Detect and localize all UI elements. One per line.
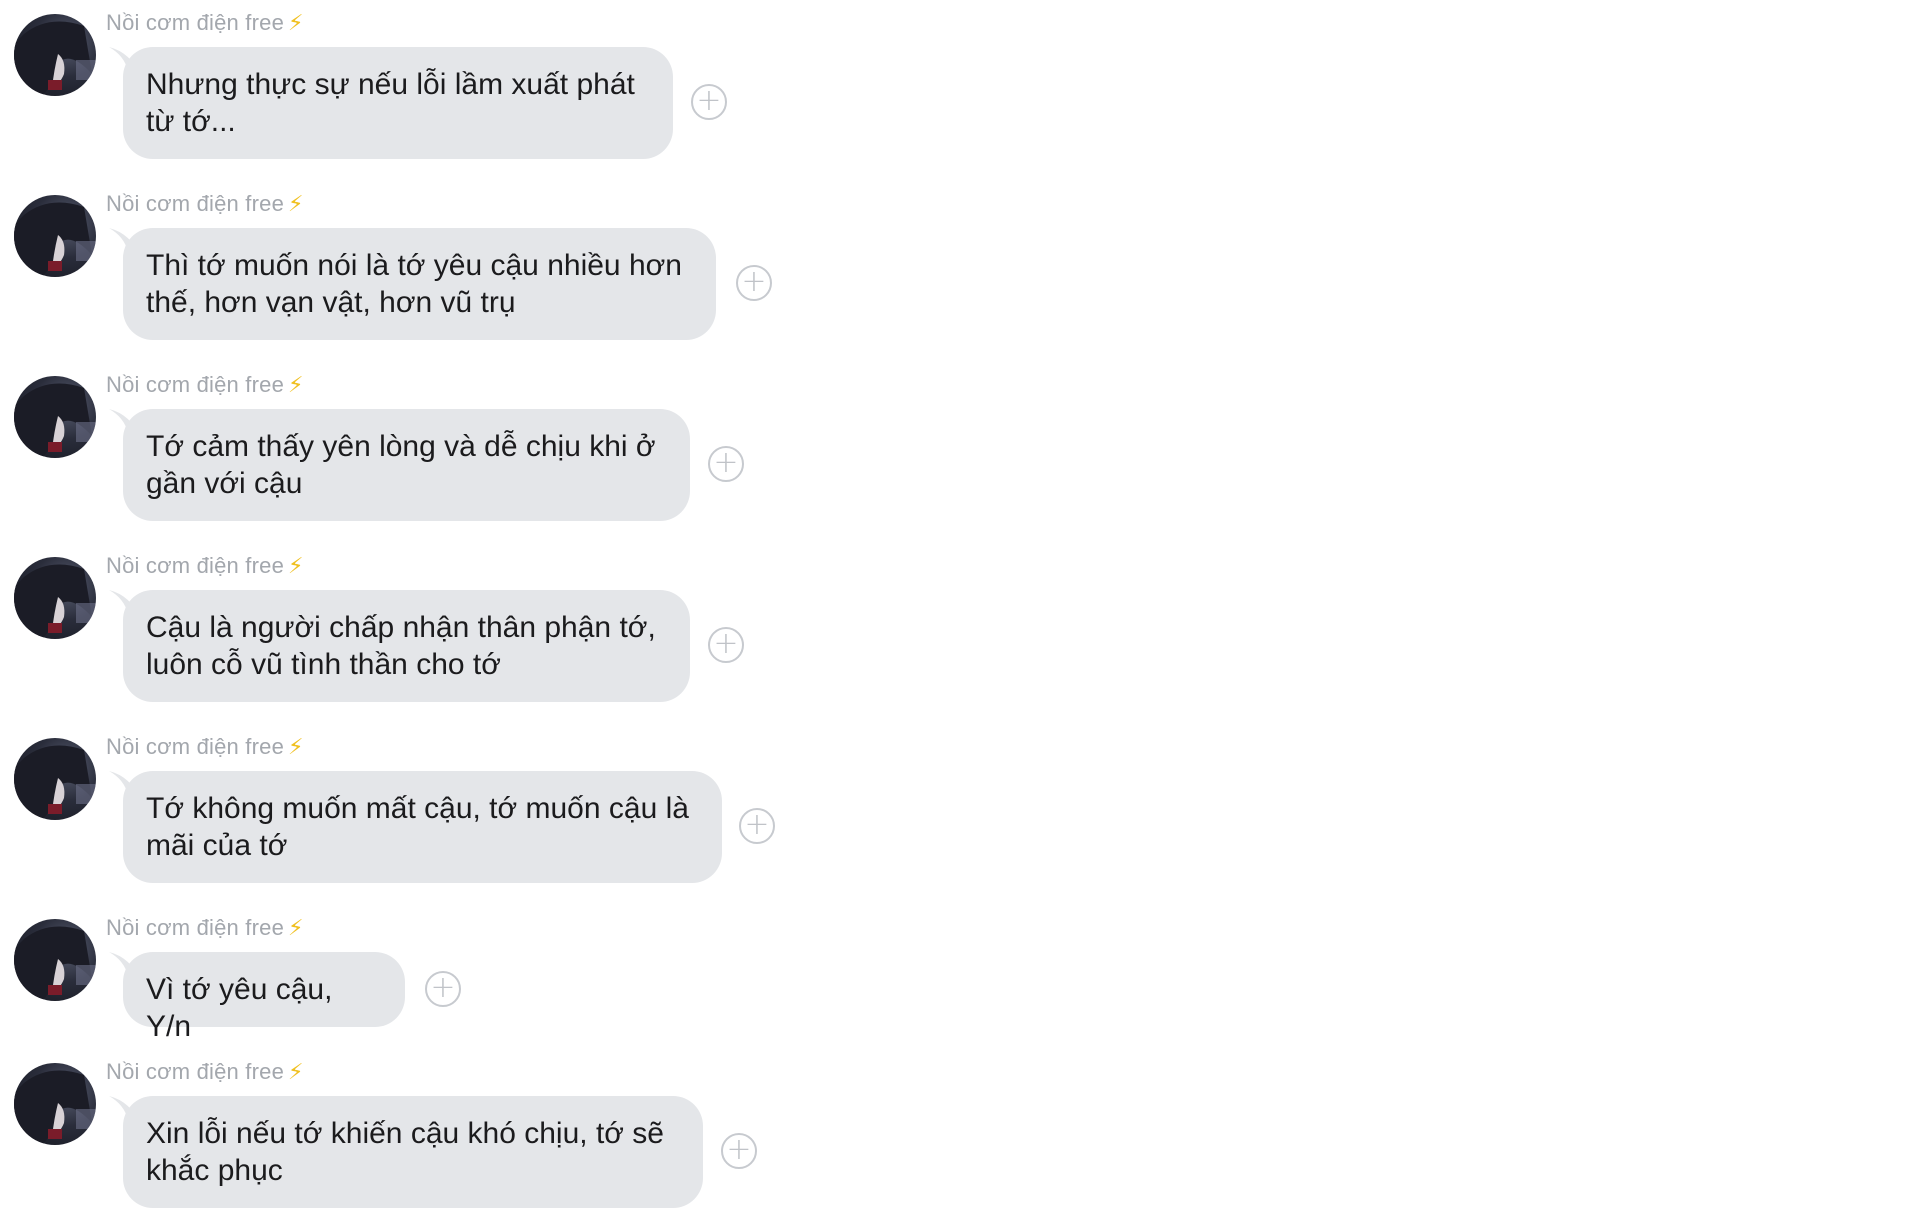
sender-name: Nồi cơm điện free ⚡ — [106, 10, 304, 36]
message-row: Nồi cơm điện free ⚡ Thì tớ muốn nói là tớ… — [0, 181, 900, 351]
add-reaction-button[interactable]: + — [425, 971, 461, 1007]
message-text: Vì tớ yêu cậu, Y/n — [146, 973, 333, 1043]
message-bubble[interactable]: Xin lỗi nếu tớ khiến cậu khó chịu, tớ sẽ… — [109, 1096, 703, 1208]
message-text: Xin lỗi nếu tớ khiến cậu khó chịu, tớ sẽ… — [146, 1117, 664, 1187]
plus-icon: + — [713, 444, 739, 480]
message-text: Tớ cảm thấy yên lòng và dễ chịu khi ở gầ… — [146, 430, 656, 500]
add-reaction-button[interactable]: + — [721, 1133, 757, 1169]
bubble-tail — [109, 228, 145, 258]
sender-name-text: Nồi cơm điện free — [106, 1059, 285, 1084]
avatar[interactable] — [14, 376, 96, 458]
plus-icon: + — [741, 263, 767, 299]
message-text: Thì tớ muốn nói là tớ yêu cậu nhiều hơn … — [146, 249, 682, 319]
add-reaction-button[interactable]: + — [708, 446, 744, 482]
lightning-icon: ⚡ — [288, 372, 304, 397]
sender-name-text: Nồi cơm điện free — [106, 372, 285, 397]
message-row: Nồi cơm điện free ⚡ Nhưng thực sự nếu lỗi… — [0, 0, 900, 170]
sender-name-text: Nồi cơm điện free — [106, 191, 285, 216]
bubble-tail — [109, 771, 145, 801]
bubble-tail — [109, 590, 145, 620]
sender-name: Nồi cơm điện free ⚡ — [106, 553, 304, 579]
add-reaction-button[interactable]: + — [739, 808, 775, 844]
bubble-tail — [109, 952, 145, 982]
message-text: Nhưng thực sự nếu lỗi lầm xuất phát từ t… — [146, 68, 635, 138]
lightning-icon: ⚡ — [288, 553, 304, 578]
lightning-icon: ⚡ — [288, 191, 304, 216]
avatar[interactable] — [14, 195, 96, 277]
message-text: Tớ không muốn mất cậu, tớ muốn cậu là mã… — [146, 792, 689, 862]
plus-icon: + — [713, 625, 739, 661]
message-bubble[interactable]: Thì tớ muốn nói là tớ yêu cậu nhiều hơn … — [109, 228, 716, 340]
message-bubble[interactable]: Vì tớ yêu cậu, Y/n — [109, 952, 405, 1043]
sender-name: Nồi cơm điện free ⚡ — [106, 1059, 304, 1085]
avatar[interactable] — [14, 14, 96, 96]
message-bubble[interactable]: Tớ không muốn mất cậu, tớ muốn cậu là mã… — [109, 771, 722, 883]
message-row: Nồi cơm điện free ⚡ Vì tớ yêu cậu, Y/n + — [0, 905, 900, 1043]
bubble-tail — [109, 47, 145, 77]
lightning-icon: ⚡ — [288, 915, 304, 940]
lightning-icon: ⚡ — [288, 1059, 304, 1084]
sender-name-text: Nồi cơm điện free — [106, 734, 285, 759]
add-reaction-button[interactable]: + — [691, 84, 727, 120]
sender-name: Nồi cơm điện free ⚡ — [106, 191, 304, 217]
sender-name-text: Nồi cơm điện free — [106, 10, 285, 35]
message-row: Nồi cơm điện free ⚡ Tớ không muốn mất cậu… — [0, 724, 900, 894]
message-row: Nồi cơm điện free ⚡ Xin lỗi nếu tớ khiến … — [0, 1049, 900, 1209]
message-bubble[interactable]: Nhưng thực sự nếu lỗi lầm xuất phát từ t… — [109, 47, 673, 159]
bubble-tail — [109, 1096, 145, 1126]
plus-icon: + — [696, 82, 722, 118]
add-reaction-button[interactable]: + — [736, 265, 772, 301]
sender-name: Nồi cơm điện free ⚡ — [106, 372, 304, 398]
plus-icon: + — [726, 1131, 752, 1167]
chat-thread: Nồi cơm điện free ⚡ Nhưng thực sự nếu lỗi… — [0, 0, 1920, 1209]
lightning-icon: ⚡ — [288, 734, 304, 759]
sender-name-text: Nồi cơm điện free — [106, 915, 285, 940]
add-reaction-button[interactable]: + — [708, 627, 744, 663]
plus-icon: + — [744, 806, 770, 842]
sender-name: Nồi cơm điện free ⚡ — [106, 915, 304, 941]
plus-icon: + — [430, 969, 456, 1005]
avatar[interactable] — [14, 919, 96, 1001]
message-text: Cậu là người chấp nhận thân phận tớ, luô… — [146, 611, 656, 681]
message-row: Nồi cơm điện free ⚡ Tớ cảm thấy yên lòng … — [0, 362, 900, 532]
message-bubble[interactable]: Tớ cảm thấy yên lòng và dễ chịu khi ở gầ… — [109, 409, 690, 521]
avatar[interactable] — [14, 738, 96, 820]
sender-name: Nồi cơm điện free ⚡ — [106, 734, 304, 760]
message-bubble[interactable]: Cậu là người chấp nhận thân phận tớ, luô… — [109, 590, 690, 702]
message-row: Nồi cơm điện free ⚡ Cậu là người chấp nhậ… — [0, 543, 900, 713]
bubble-tail — [109, 409, 145, 439]
avatar[interactable] — [14, 1063, 96, 1145]
lightning-icon: ⚡ — [288, 10, 304, 35]
avatar[interactable] — [14, 557, 96, 639]
sender-name-text: Nồi cơm điện free — [106, 553, 285, 578]
